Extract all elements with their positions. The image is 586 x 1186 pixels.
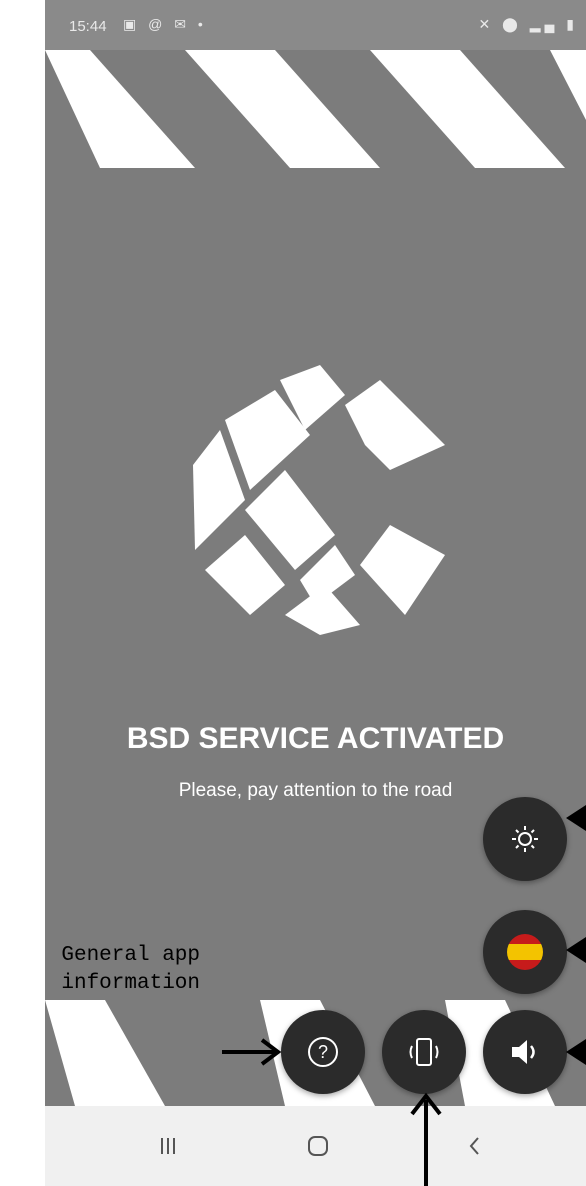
app-screen: 15:44 ▣ @ ✉ • ✕ ⬤ ▂▄ ▮ BSD SERVICE ACTIV…	[45, 0, 586, 1186]
recents-button[interactable]	[148, 1126, 188, 1166]
brightness-button[interactable]	[483, 797, 567, 881]
sound-button[interactable]	[483, 1010, 567, 1094]
signal-icon: ▂▄	[529, 16, 559, 32]
system-icons: ✕ ⬤ ▂▄ ▮	[479, 16, 578, 33]
system-nav-bar	[45, 1106, 586, 1186]
app-logo	[193, 365, 445, 635]
recents-icon	[161, 1138, 175, 1154]
language-button[interactable]	[483, 910, 567, 994]
mute-icon: ✕	[478, 16, 495, 32]
home-button[interactable]	[298, 1126, 338, 1166]
svg-text:?: ?	[318, 1042, 328, 1062]
spain-flag-icon	[507, 934, 543, 970]
home-icon	[308, 1136, 328, 1156]
battery-icon: ▮	[566, 16, 578, 32]
vibrate-icon	[409, 1038, 439, 1066]
question-icon: ?	[308, 1037, 338, 1067]
back-icon	[469, 1137, 479, 1155]
notification-icons: ▣ @ ✉ •	[123, 16, 207, 33]
status-bar: 15:44 ▣ @ ✉ • ✕ ⬤ ▂▄ ▮	[45, 0, 586, 50]
service-status-subtitle: Please, pay attention to the road	[178, 780, 453, 801]
gallery-icon: ▣	[123, 16, 141, 32]
speaker-icon	[512, 1040, 535, 1064]
mail-icon: ✉	[174, 16, 190, 32]
info-annotation-label: General app information	[61, 944, 200, 995]
status-time: 15:44	[69, 18, 107, 35]
dot-icon: •	[197, 16, 207, 32]
service-status-title: BSD SERVICE ACTIVATED	[126, 722, 505, 755]
back-button[interactable]	[455, 1126, 495, 1166]
info-button[interactable]: ?	[281, 1010, 365, 1094]
at-icon: @	[148, 16, 167, 32]
sun-icon	[512, 826, 538, 852]
vibration-button[interactable]	[382, 1010, 466, 1094]
location-icon: ⬤	[502, 16, 522, 32]
top-stripes	[45, 50, 586, 168]
